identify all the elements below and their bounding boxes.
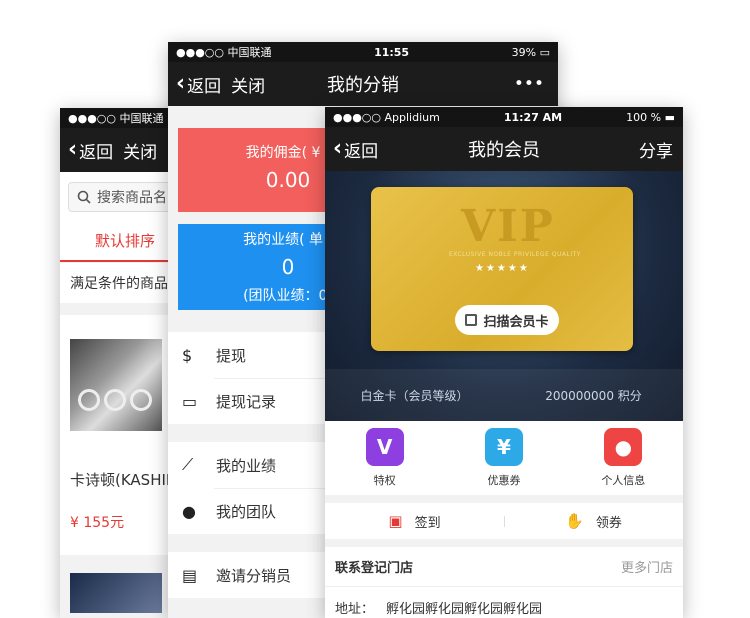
coupon-icon: ¥: [484, 428, 523, 466]
more-icon[interactable]: •••: [514, 74, 544, 94]
member-info-bar: 白金卡（会员等级） 200000000 积分: [325, 369, 683, 421]
carrier-text: ●●●○○ 中国联通: [176, 46, 272, 59]
page-title: 我的会员: [468, 140, 540, 161]
profile-icon: ●: [604, 428, 643, 466]
close-button[interactable]: 关闭: [123, 138, 157, 163]
store-header: 联系登记门店 更多门店: [325, 547, 683, 587]
team-performance: (团队业绩：0): [243, 288, 333, 304]
person-icon: ●: [182, 501, 196, 521]
feature-coupon[interactable]: ¥ 优惠券: [444, 428, 563, 488]
commission-label: 我的佣金( ¥ ): [245, 145, 331, 161]
performance-value: 0: [281, 255, 295, 279]
feature-icons: V 特权 ¥ 优惠券 ● 个人信息: [325, 421, 683, 503]
invite-icon: ▤: [182, 565, 198, 585]
privilege-icon: V: [365, 428, 404, 466]
chart-icon: ⟋: [182, 455, 194, 474]
product-image: [70, 339, 162, 431]
commission-value: 0.00: [265, 168, 311, 192]
vip-subtitle: EXCLUSIVE NOBLE PRIVILEGE QUALITY: [449, 251, 581, 258]
search-icon: [77, 190, 91, 204]
share-button[interactable]: 分享: [639, 137, 673, 162]
address-value: 孵化园孵化园孵化园孵化园: [386, 601, 543, 617]
performance-label: 我的业绩( 单 ): [243, 232, 333, 248]
scan-icon: [465, 314, 478, 326]
search-placeholder: 搜索商品名: [97, 190, 167, 206]
back-button[interactable]: ‹ 返回: [176, 72, 221, 97]
vip-logo: VIP: [461, 201, 555, 252]
checkin-icon: ▣: [388, 512, 403, 530]
battery-text: 39% ▭: [511, 45, 550, 59]
carrier-text: ●●●○○ Applidium: [333, 110, 440, 124]
product-image[interactable]: [70, 573, 162, 613]
dollar-icon: $: [182, 345, 193, 365]
member-hero: VIP EXCLUSIVE NOBLE PRIVILEGE QUALITY ★★…: [325, 171, 683, 421]
checkin-button[interactable]: ▣ 签到: [325, 512, 504, 531]
chevron-left-icon: ‹: [333, 136, 343, 161]
nav-bar: ‹ 返回 我的会员 分享: [325, 127, 683, 171]
battery-text: 100 % ▬: [626, 110, 675, 124]
page-title: 我的分销: [327, 75, 399, 96]
back-button[interactable]: ‹ 返回: [333, 137, 378, 162]
status-time: 11:55: [374, 45, 410, 59]
close-button[interactable]: 关闭: [231, 72, 265, 97]
claim-coupon-button[interactable]: ✋ 领券: [504, 512, 683, 531]
more-stores-link[interactable]: 更多门店: [621, 557, 673, 576]
card-icon: ▭: [182, 391, 198, 411]
action-bar: ▣ 签到 ✋ 领券: [325, 503, 683, 547]
carrier-text: ●●●○○ 中国联通: [68, 112, 164, 125]
chevron-left-icon: ‹: [68, 137, 78, 162]
feature-profile[interactable]: ● 个人信息: [564, 428, 683, 488]
feature-privilege[interactable]: V 特权: [325, 428, 444, 488]
member-level: 白金卡（会员等级）: [360, 388, 469, 403]
scan-card-button[interactable]: 扫描会员卡: [455, 305, 559, 335]
vip-card[interactable]: VIP EXCLUSIVE NOBLE PRIVILEGE QUALITY ★★…: [371, 187, 633, 351]
claim-coupon-icon: ✋: [565, 512, 584, 530]
status-time: 11:27 AM: [503, 110, 563, 124]
membership-phone: ●●●○○ Applidium 11:27 AM 100 % ▬ ‹ 返回 我的…: [325, 107, 683, 618]
chevron-left-icon: ‹: [176, 71, 186, 96]
store-title: 联系登记门店: [335, 561, 414, 576]
nav-bar: ‹ 返回 关闭 我的分销 •••: [168, 62, 558, 106]
address-label: 地址：: [335, 601, 375, 617]
status-bar: ●●●○○ 中国联通 11:55 39% ▭: [168, 42, 558, 62]
vip-stars: ★★★★★: [475, 263, 530, 274]
status-bar: ●●●○○ Applidium 11:27 AM 100 % ▬: [325, 107, 683, 127]
member-points: 200000000 积分: [545, 388, 642, 403]
store-address: 地址： 孵化园孵化园孵化园孵化园: [325, 587, 683, 618]
back-button[interactable]: ‹ 返回: [68, 138, 113, 163]
